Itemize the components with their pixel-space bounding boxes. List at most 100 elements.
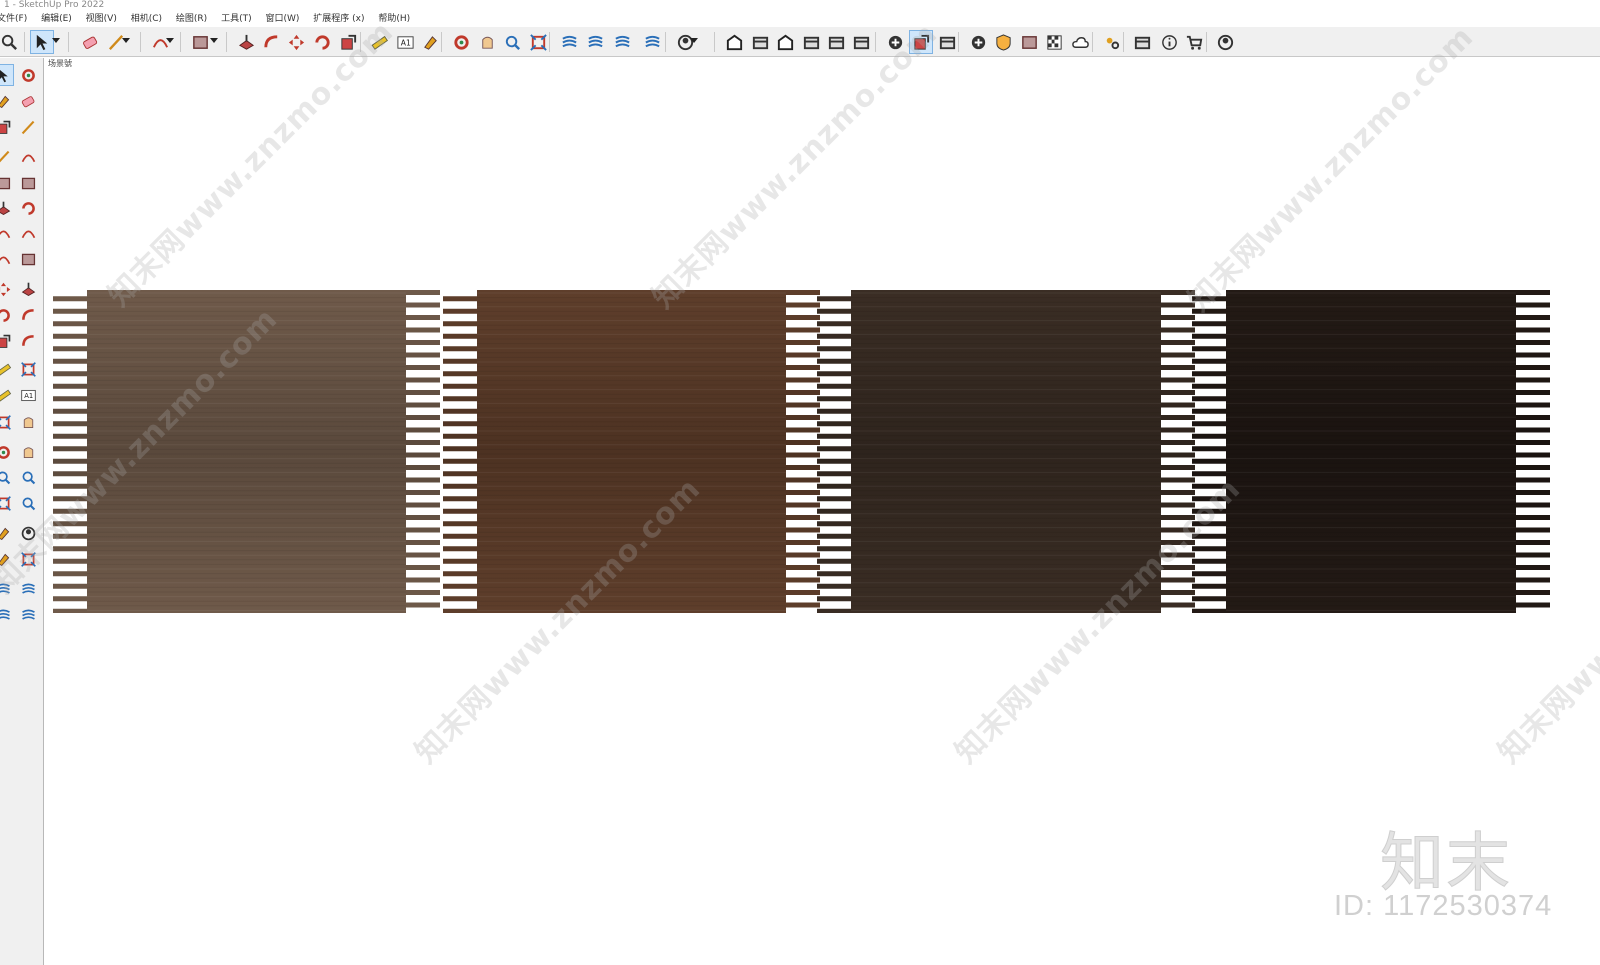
left-tool-icon-a <box>0 201 10 215</box>
toolbar-separator <box>24 32 25 52</box>
left-tool-icon-a <box>0 177 10 189</box>
settings-icon[interactable] <box>1130 30 1154 54</box>
menu-window[interactable]: 窗口(W) <box>265 12 299 27</box>
left-tool-icon-b[interactable] <box>17 248 39 270</box>
cloud-icon[interactable] <box>1099 30 1123 54</box>
toolbar-separator <box>140 32 141 52</box>
svg-text:A1: A1 <box>400 38 410 47</box>
menu-camera[interactable]: 相机(C) <box>131 12 162 27</box>
orbit-icon[interactable] <box>449 30 473 54</box>
paint-bucket-icon[interactable] <box>418 30 442 54</box>
dropdown-arrow-icon[interactable] <box>52 38 60 43</box>
left-tool-icon-b[interactable] <box>17 90 39 112</box>
camera-icon[interactable] <box>966 30 990 54</box>
camera-icon <box>971 35 985 49</box>
left-tool-icon-a[interactable] <box>0 604 14 626</box>
top-view-icon[interactable] <box>748 30 772 54</box>
sandbox-drape-icon <box>644 35 660 47</box>
shield-icon[interactable] <box>1017 30 1041 54</box>
left-tool-icon-a <box>0 495 11 511</box>
left-tool-icon-b[interactable] <box>17 172 39 194</box>
left-tool-icon-a[interactable] <box>0 358 14 380</box>
left-tool-icon-a[interactable] <box>0 304 14 326</box>
left-tool-icon-a[interactable] <box>0 411 14 433</box>
dropdown-arrow-icon[interactable] <box>122 38 130 43</box>
scene-tab[interactable]: 场景號 <box>48 58 72 69</box>
left-tool-icon-b[interactable] <box>17 330 39 352</box>
left-tool-icon-b <box>21 201 35 215</box>
drawing-viewport[interactable] <box>45 58 1600 965</box>
left-tool-icon-b <box>21 282 35 296</box>
zoom-icon[interactable] <box>0 30 21 54</box>
info-icon[interactable] <box>1182 30 1206 54</box>
sandbox-drape-icon[interactable] <box>640 30 664 54</box>
left-tool-icon-b[interactable] <box>17 64 39 86</box>
dropdown-arrow-icon[interactable] <box>210 38 218 43</box>
left-tool-icon-b[interactable] <box>17 278 39 300</box>
eraser-icon[interactable] <box>78 30 102 54</box>
front-view-icon[interactable] <box>773 30 797 54</box>
left-tool-icon-b[interactable] <box>17 492 39 514</box>
follow-me-icon[interactable] <box>259 30 283 54</box>
push-pull-icon[interactable] <box>234 30 258 54</box>
left-tool-icon-a[interactable] <box>0 222 14 244</box>
back-view-icon[interactable] <box>824 30 848 54</box>
left-tool-icon-a[interactable] <box>0 146 14 168</box>
left-tool-icon-b[interactable] <box>17 466 39 488</box>
left-tool-icon-a[interactable] <box>0 384 14 406</box>
zoom-extents-icon[interactable] <box>526 30 550 54</box>
checker-icon[interactable] <box>1068 30 1092 54</box>
left-tool-icon-a[interactable] <box>0 330 14 352</box>
zoom-extents-icon <box>529 33 547 51</box>
left-tool-icon-a[interactable] <box>0 248 14 270</box>
zoom-window-icon[interactable] <box>500 30 524 54</box>
left-tool-icon-b[interactable] <box>17 197 39 219</box>
left-tool-icon-b[interactable] <box>17 358 39 380</box>
menu-tools[interactable]: 工具(T) <box>221 12 252 27</box>
left-tool-icon-a[interactable] <box>0 64 14 86</box>
select-icon[interactable] <box>30 30 54 54</box>
iso-view-icon <box>726 34 742 50</box>
menu-edit[interactable]: 编辑(E) <box>41 12 72 27</box>
left-tool-icon-b[interactable]: A1 <box>17 384 39 406</box>
left-tool-icon-b[interactable] <box>17 604 39 626</box>
left-tool-icon-b[interactable] <box>17 146 39 168</box>
menu-file[interactable]: 文件(F) <box>0 12 27 27</box>
left-tool-icon-b[interactable] <box>17 411 39 433</box>
move-icon[interactable] <box>284 30 308 54</box>
left-tool-icon-b <box>21 177 35 189</box>
sandbox-smoove-icon[interactable] <box>583 30 607 54</box>
left-tool-icon-a[interactable] <box>0 466 14 488</box>
menu-draw[interactable]: 绘图(R) <box>176 12 207 27</box>
left-tool-icon-a[interactable] <box>0 116 14 138</box>
left-tool-icon-a[interactable] <box>0 172 14 194</box>
left-tool-icon-a[interactable] <box>0 492 14 514</box>
left-tool-icon-a[interactable] <box>0 441 14 463</box>
toolbar-separator <box>68 32 69 52</box>
follow-me-icon <box>263 34 277 47</box>
sandbox-stamp-icon[interactable] <box>610 30 634 54</box>
left-tool-icon-a[interactable] <box>0 197 14 219</box>
dialog-icon[interactable] <box>1157 30 1181 54</box>
dropdown-arrow-icon[interactable] <box>166 38 174 43</box>
left-tool-icon-a[interactable] <box>0 278 14 300</box>
left-tool-icon-a[interactable] <box>0 90 14 112</box>
back-view-icon <box>828 36 844 49</box>
left-tool-icon-b[interactable] <box>17 222 39 244</box>
styles-icon[interactable] <box>1042 30 1066 54</box>
right-view-icon[interactable] <box>799 30 823 54</box>
left-tool-icon-b[interactable] <box>17 116 39 138</box>
rectangle-icon[interactable] <box>188 30 212 54</box>
menu-view[interactable]: 视图(V) <box>86 12 117 27</box>
add-location-icon <box>995 33 1011 51</box>
cart-icon[interactable] <box>1213 30 1237 54</box>
pan-icon[interactable] <box>475 30 499 54</box>
add-location-icon[interactable] <box>991 30 1015 54</box>
sandbox-contours-icon[interactable] <box>557 30 581 54</box>
iso-view-icon[interactable] <box>722 30 746 54</box>
left-tool-icon-b[interactable] <box>17 441 39 463</box>
left-tool-icon-b[interactable] <box>17 304 39 326</box>
left-view-icon[interactable] <box>849 30 873 54</box>
watermark-image-id: ID: 1172530374 <box>1334 890 1553 922</box>
dropdown-arrow-icon[interactable] <box>690 38 698 43</box>
